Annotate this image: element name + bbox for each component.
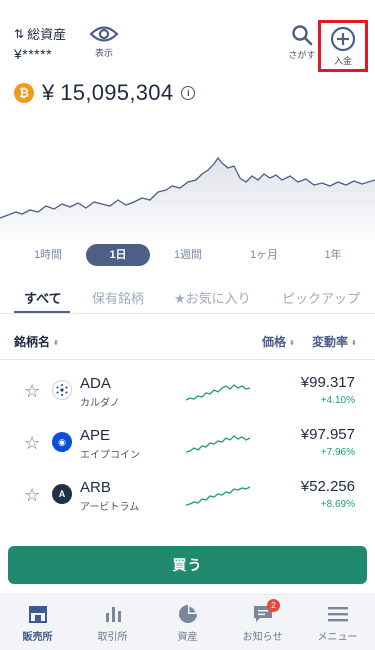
coin-row[interactable]: ☆ A ARB アービトラム ¥52.256 +8.69% [0, 472, 375, 524]
nav-label: メニュー [317, 632, 358, 643]
apecoin-icon: ◉ [52, 432, 72, 452]
favorite-star-icon[interactable]: ☆ [24, 433, 40, 454]
nav-notifications[interactable]: 2 お知らせ [225, 595, 300, 650]
currency-symbol: ¥ [42, 80, 55, 105]
search-button[interactable]: さがす [285, 24, 319, 61]
coin-symbol: ARB [80, 479, 111, 496]
period-1w[interactable]: 1週間 [168, 244, 208, 266]
tab-favorites[interactable]: ★お気に入り [174, 288, 251, 307]
chart-area [0, 158, 375, 240]
tab-all[interactable]: すべて [24, 288, 62, 307]
coin-name: カルダノ [80, 398, 120, 409]
period-selector: 1時間 1日 1週間 1ヶ月 1年 [0, 244, 375, 268]
asset-swap-icon: ⇅ [14, 26, 25, 41]
sparkline [186, 435, 250, 453]
coin-list: ☆ ADA カルダノ ¥99.317 +4.10% ☆ ◉ APE エイプコイン… [0, 368, 375, 548]
tab-holdings[interactable]: 保有銘柄 [92, 288, 144, 307]
sort-icon: ⬍ [289, 340, 295, 347]
nav-label: お知らせ [242, 632, 283, 643]
coin-change: +4.10% [320, 395, 355, 406]
coin-price: ¥99.317 [300, 374, 355, 391]
coin-row[interactable]: ☆ ADA カルダノ ¥99.317 +4.10% [0, 368, 375, 420]
period-1d[interactable]: 1日 [86, 244, 150, 266]
sparkline [186, 486, 250, 506]
assets-value: ¥***** [14, 46, 53, 62]
price-header-label: 価格 [262, 335, 287, 349]
favorite-star-icon[interactable]: ☆ [24, 485, 40, 506]
nav-label: 資産 [177, 632, 198, 643]
coin-price: ¥97.957 [300, 426, 355, 443]
menu-icon [327, 607, 348, 622]
coin-tabs: すべて 保有銘柄 ★お気に入り ピックアップ [0, 282, 375, 314]
favorite-star-icon[interactable]: ☆ [24, 381, 40, 402]
search-label: さがす [288, 50, 316, 60]
plus-circle-icon [330, 26, 356, 52]
nav-menu[interactable]: メニュー [300, 595, 375, 650]
name-header-label: 銘柄名 [14, 335, 51, 349]
deposit-button[interactable]: 入金 [318, 20, 368, 72]
total-assets: ⇅ 総資産 ¥***** [14, 24, 67, 63]
sort-by-name[interactable]: 銘柄名 ⬍ [14, 333, 59, 350]
nav-exchange[interactable]: 取引所 [75, 595, 150, 650]
info-icon[interactable]: i [181, 86, 196, 100]
pie-chart-icon [178, 605, 197, 623]
notification-badge: 2 [267, 599, 280, 612]
list-header: 銘柄名 ⬍ 価格 ⬍ 変動率 ⬍ [0, 326, 375, 360]
coin-price: ¥52.256 [300, 478, 355, 495]
coin-row[interactable]: ☆ ◉ APE エイプコイン ¥97.957 +7.96% [0, 420, 375, 472]
balance-chart [0, 156, 375, 240]
bar-chart-icon [105, 607, 121, 622]
sort-by-change[interactable]: 変動率 ⬍ [312, 333, 357, 350]
search-icon [292, 25, 313, 46]
bitcoin-icon: ₿ [14, 83, 34, 103]
tab-pickup[interactable]: ピックアップ [282, 288, 360, 307]
coin-symbol: APE [80, 427, 111, 444]
deposit-label: 入金 [333, 56, 352, 66]
store-icon [28, 606, 47, 623]
nav-store[interactable]: 販売所 [0, 595, 75, 650]
balance-row: ₿ ¥ 15,095,304 i [14, 80, 196, 106]
coin-change: +8.69% [320, 499, 355, 510]
assets-label: 総資産 [27, 27, 67, 42]
sort-icon: ⬍ [351, 340, 357, 347]
top-bar: ⇅ 総資産 ¥***** 表示 さがす 入金 [0, 0, 375, 76]
cardano-icon [52, 380, 72, 400]
arbitrum-icon: A [52, 484, 72, 504]
sort-icon: ⬍ [53, 340, 59, 347]
active-tab-indicator [14, 311, 70, 313]
nav-label: 販売所 [22, 632, 53, 643]
coin-symbol: ADA [80, 375, 111, 392]
bottom-nav: 販売所 取引所 資産 2 お知らせ メニュー [0, 594, 375, 650]
sparkline [186, 384, 250, 401]
coin-change: +7.96% [320, 447, 355, 458]
period-1y[interactable]: 1年 [318, 244, 348, 266]
period-1m[interactable]: 1ヶ月 [244, 244, 284, 266]
buy-button[interactable]: 買う [8, 546, 367, 584]
balance-amount: 15,095,304 [60, 80, 174, 105]
change-header-label: 変動率 [312, 335, 349, 349]
sort-by-price[interactable]: 価格 ⬍ [262, 333, 295, 350]
coin-name: エイプコイン [80, 450, 140, 461]
coin-name: アービトラム [80, 502, 140, 513]
show-assets-button[interactable]: 表示 [86, 24, 122, 59]
nav-label: 取引所 [97, 632, 128, 643]
eye-icon [89, 26, 119, 42]
nav-assets[interactable]: 資産 [150, 595, 225, 650]
period-1h[interactable]: 1時間 [28, 244, 68, 266]
show-label: 表示 [94, 48, 113, 58]
